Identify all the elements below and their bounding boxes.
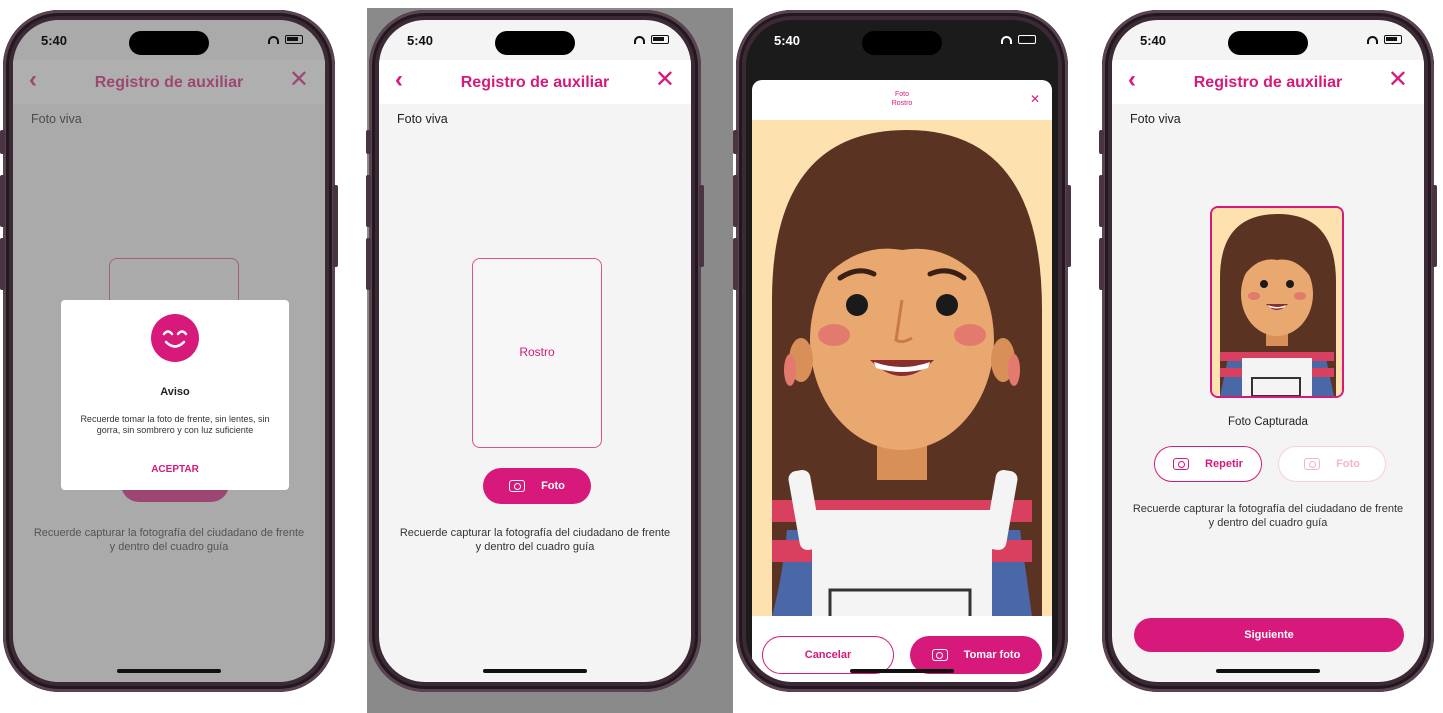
screen-captured: 5:40 ‹ Registro de auxiliar ✕ Foto viva xyxy=(1112,20,1424,682)
dialog-message: Recuerde tomar la foto de frente, sin le… xyxy=(80,414,270,435)
home-indicator xyxy=(117,669,221,673)
page-title: Registro de auxiliar xyxy=(1193,74,1343,91)
wifi-icon xyxy=(634,35,645,44)
accept-button[interactable]: ACEPTAR xyxy=(61,464,289,475)
camera-icon xyxy=(509,480,526,492)
captured-photo xyxy=(1210,206,1344,398)
screen-camera: 5:40 Foto Rostro ✕ Cancelar Tomar foto xyxy=(746,20,1058,682)
close-icon[interactable]: ✕ xyxy=(1388,68,1408,92)
status-time: 5:40 xyxy=(41,33,68,48)
home-indicator xyxy=(850,669,954,673)
camera-sheet: Foto Rostro ✕ Cancelar Tomar foto xyxy=(752,80,1052,682)
camera-icon xyxy=(931,649,948,661)
camera-icon xyxy=(1173,458,1190,470)
guide-frame: Rostro xyxy=(472,258,602,448)
camera-title: Foto Rostro xyxy=(891,91,913,107)
section-label: Foto viva xyxy=(397,112,448,126)
photo-button[interactable]: Foto xyxy=(483,468,591,504)
phone-2: 5:40 ‹ Registro de auxiliar ✕ Foto viva … xyxy=(366,10,704,692)
phone-4: 5:40 ‹ Registro de auxiliar ✕ Foto viva xyxy=(1099,10,1437,692)
status-time: 5:40 xyxy=(407,33,434,48)
photo-button-disabled: Foto xyxy=(1278,446,1386,482)
wifi-icon xyxy=(1367,35,1378,44)
battery-icon xyxy=(285,35,303,44)
retry-label: Repetir xyxy=(1205,458,1243,470)
camera-preview xyxy=(752,120,1052,616)
photo-button-label: Foto xyxy=(541,480,565,492)
screen-guide: 5:40 ‹ Registro de auxiliar ✕ Foto viva … xyxy=(379,20,691,682)
phone-3: 5:40 Foto Rostro ✕ Cancelar Tomar foto xyxy=(733,10,1071,692)
next-button[interactable]: Siguiente xyxy=(1134,618,1404,652)
page-title: Registro de auxiliar xyxy=(460,74,610,91)
camera-icon xyxy=(1304,458,1321,470)
close-icon[interactable]: ✕ xyxy=(1030,92,1040,106)
smiley-icon xyxy=(151,314,199,362)
aviso-dialog: Aviso Recuerde tomar la foto de frente, … xyxy=(61,300,289,490)
home-indicator xyxy=(1216,669,1320,673)
phone-1: 5:40 ‹ Registro de auxiliar ✕ Foto viva … xyxy=(0,10,338,692)
hint-text: Recuerde capturar la fotografía del ciud… xyxy=(399,527,671,553)
navbar: ‹ Registro de auxiliar ✕ xyxy=(1112,60,1424,104)
captured-label: Foto Capturada xyxy=(1228,416,1308,428)
battery-icon xyxy=(651,35,669,44)
section-label: Foto viva xyxy=(1130,112,1181,126)
take-photo-label: Tomar foto xyxy=(963,649,1021,661)
screen-aviso: 5:40 ‹ Registro de auxiliar ✕ Foto viva … xyxy=(13,20,325,682)
battery-icon xyxy=(1018,35,1036,44)
retry-button[interactable]: Repetir xyxy=(1154,446,1262,482)
guide-label: Rostro xyxy=(519,345,555,359)
photo-disabled-label: Foto xyxy=(1336,458,1360,470)
wifi-icon xyxy=(1001,35,1012,44)
dialog-title: Aviso xyxy=(160,386,190,398)
battery-icon xyxy=(1384,35,1402,44)
status-time: 5:40 xyxy=(1140,33,1167,48)
status-time: 5:40 xyxy=(774,33,801,48)
close-icon[interactable]: ✕ xyxy=(655,68,675,92)
wifi-icon xyxy=(268,35,279,44)
hint-text: Recuerde capturar la fotografía del ciud… xyxy=(1132,503,1404,529)
navbar: ‹ Registro de auxiliar ✕ xyxy=(379,60,691,104)
home-indicator xyxy=(483,669,587,673)
